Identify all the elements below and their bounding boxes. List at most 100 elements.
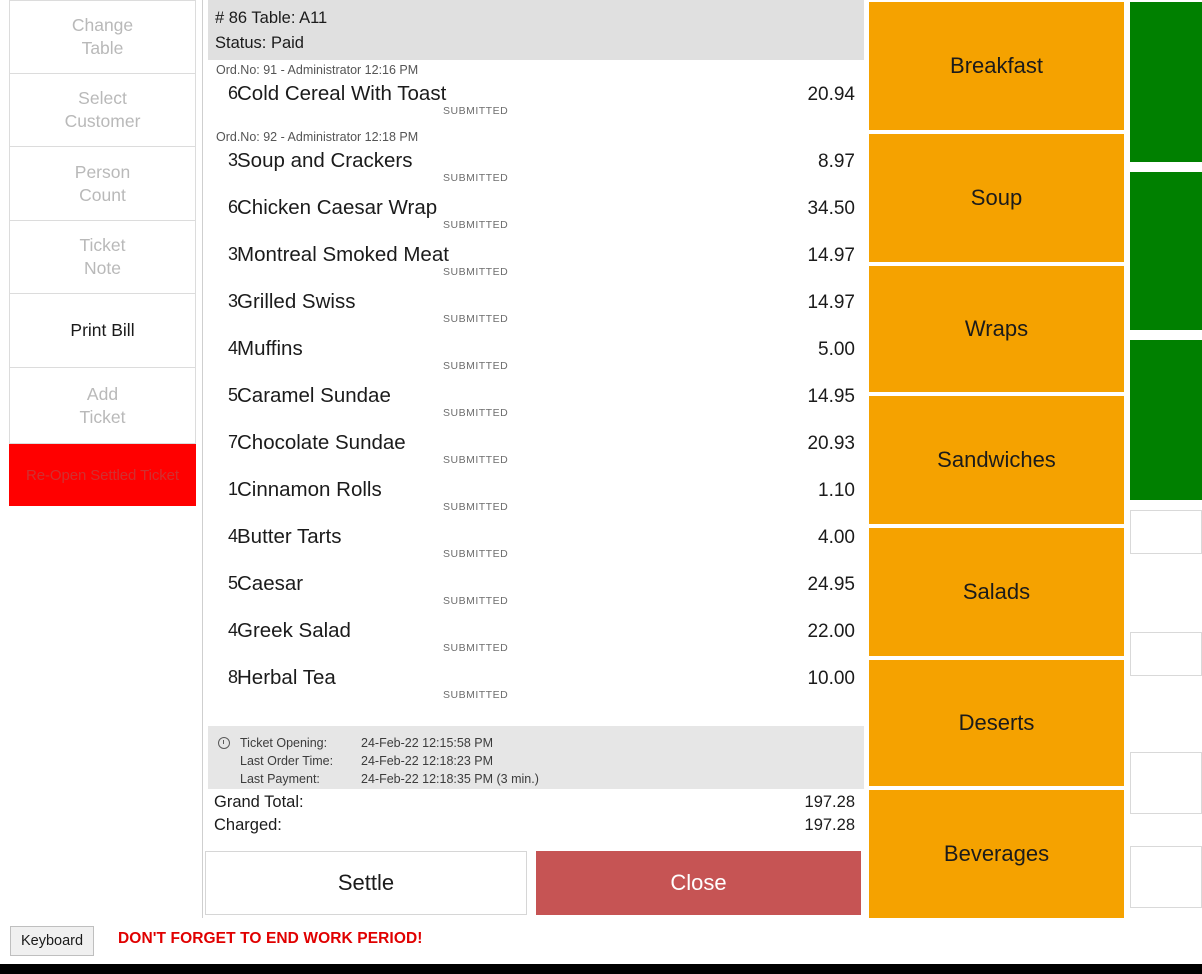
close-button[interactable]: Close	[536, 851, 861, 915]
order-line-qty: 5	[227, 385, 238, 405]
category-button-breakfast[interactable]: Breakfast	[869, 2, 1124, 130]
order-line-qty: 7	[227, 432, 238, 452]
order-line-state: SUBMITTED	[443, 313, 509, 325]
order-line-row[interactable]: 6 Chicken Caesar Wrap SUBMITTED 34.50	[208, 194, 864, 241]
order-line-amount: 20.93	[807, 433, 855, 454]
category-column: Breakfast Soup Wraps Sandwiches Salads Desert…	[867, 0, 1125, 918]
work-period-warning: DON'T FORGET TO END WORK PERIOD!	[118, 930, 423, 947]
side-tile[interactable]	[1130, 752, 1202, 814]
sidebar-button-add-ticket: Add Ticket	[9, 368, 196, 444]
total-row: Grand Total: 197.28	[208, 793, 864, 816]
category-button-soup[interactable]: Soup	[869, 134, 1124, 262]
ticket-time-value: 24-Feb-22 12:18:35 PM (3 min.)	[361, 772, 539, 786]
side-tile[interactable]	[1130, 2, 1202, 162]
order-line-state: SUBMITTED	[443, 360, 509, 372]
order-line-state: SUBMITTED	[443, 219, 509, 231]
ticket-time-row: Last Payment: 24-Feb-22 12:18:35 PM (3 mi…	[218, 770, 864, 788]
side-tile[interactable]	[1130, 510, 1202, 554]
ticket-header: # 86 Table: A11 Status: Paid	[208, 0, 864, 60]
category-button-sandwiches[interactable]: Sandwiches	[869, 396, 1124, 524]
order-line-name: Muffins	[237, 337, 303, 360]
order-line-row[interactable]: 6 Cold Cereal With Toast SUBMITTED 20.94	[208, 80, 864, 127]
ticket-status: Status: Paid	[215, 34, 304, 52]
order-line-row[interactable]: 5 Caesar SUBMITTED 24.95	[208, 570, 864, 617]
order-group-header: Ord.No: 91 - Administrator 12:16 PM	[216, 63, 419, 77]
order-line-name: Soup and Crackers	[237, 149, 413, 172]
side-tile[interactable]	[1130, 846, 1202, 908]
sidebar-button-ticket-note: Ticket Note	[9, 221, 196, 294]
order-line-state: SUBMITTED	[443, 105, 509, 117]
order-line-amount: 22.00	[807, 621, 855, 642]
order-line-state: SUBMITTED	[443, 172, 509, 184]
order-line-qty: 8	[227, 667, 238, 687]
side-tile[interactable]	[1130, 172, 1202, 330]
category-button-deserts[interactable]: Deserts	[869, 660, 1124, 786]
order-line-amount: 24.95	[807, 574, 855, 595]
order-line-name: Herbal Tea	[237, 666, 336, 689]
order-line-amount: 14.97	[807, 245, 855, 266]
sidebar-button-print-bill[interactable]: Print Bill	[9, 294, 196, 368]
category-button-beverages[interactable]: Beverages	[869, 790, 1124, 918]
ticket-time-row: Ticket Opening: 24-Feb-22 12:15:58 PM	[218, 734, 864, 752]
sidebar-button-re-open-settled-ticket[interactable]: Re-Open Settled Ticket	[9, 444, 196, 506]
category-button-salads[interactable]: Salads	[869, 528, 1124, 656]
order-line-qty: 3	[227, 244, 238, 264]
order-line-state: SUBMITTED	[443, 642, 509, 654]
order-group-header: Ord.No: 92 - Administrator 12:18 PM	[216, 130, 419, 144]
total-row: Charged: 197.28	[208, 816, 864, 839]
order-line-row[interactable]: 1 Cinnamon Rolls SUBMITTED 1.10	[208, 476, 864, 523]
order-line-row[interactable]: 5 Caramel Sundae SUBMITTED 14.95	[208, 382, 864, 429]
settle-button[interactable]: Settle	[205, 851, 527, 915]
category-button-wraps[interactable]: Wraps	[869, 266, 1124, 392]
order-line-amount: 5.00	[818, 339, 855, 360]
side-tile[interactable]	[1130, 632, 1202, 676]
order-line-row[interactable]: 4 Butter Tarts SUBMITTED 4.00	[208, 523, 864, 570]
ticket-time-label: Last Payment:	[240, 772, 320, 786]
order-line-name: Cold Cereal With Toast	[237, 82, 447, 105]
order-line-qty: 3	[227, 291, 238, 311]
order-line-state: SUBMITTED	[443, 595, 509, 607]
order-line-amount: 14.95	[807, 386, 855, 407]
keyboard-button[interactable]: Keyboard	[10, 926, 94, 956]
ticket-title: # 86 Table: A11	[215, 9, 328, 27]
order-line-qty: 6	[227, 83, 238, 103]
order-line-name: Montreal Smoked Meat	[237, 243, 449, 266]
order-line-state: SUBMITTED	[443, 454, 509, 466]
order-line-qty: 3	[227, 150, 238, 170]
ticket-action-bar: Settle Close	[205, 851, 861, 915]
order-line-name: Caesar	[237, 572, 304, 595]
order-line-qty: 4	[227, 338, 238, 358]
order-line-amount: 34.50	[807, 198, 855, 219]
total-label: Charged:	[214, 816, 282, 834]
ticket-totals: Grand Total: 197.28 Charged: 197.28	[208, 793, 864, 845]
order-line-row[interactable]: 3 Montreal Smoked Meat SUBMITTED 14.97	[208, 241, 864, 288]
ticket-times-panel: Ticket Opening: 24-Feb-22 12:15:58 PM Last…	[208, 726, 864, 789]
order-line-row[interactable]: 4 Muffins SUBMITTED 5.00	[208, 335, 864, 382]
order-line-name: Grilled Swiss	[237, 290, 356, 313]
ticket-time-value: 24-Feb-22 12:15:58 PM	[361, 736, 494, 750]
order-line-state: SUBMITTED	[443, 548, 509, 560]
total-value: 197.28	[804, 793, 855, 811]
order-line-list[interactable]: Ord.No: 91 - Administrator 12:16 PM 6 Cold…	[208, 60, 864, 722]
pos-screen: Change Table Select Customer Person Count T…	[0, 0, 1202, 974]
ticket-panel: # 86 Table: A11 Status: Paid Ord.No: 91 …	[204, 0, 864, 918]
order-line-name: Greek Salad	[237, 619, 351, 642]
side-tile-column	[1128, 0, 1202, 918]
total-value: 197.28	[804, 816, 855, 834]
order-line-row[interactable]: 7 Chocolate Sundae SUBMITTED 20.93	[208, 429, 864, 476]
order-line-amount: 8.97	[818, 151, 855, 172]
order-line-qty: 4	[227, 620, 238, 640]
order-line-qty: 1	[227, 479, 238, 499]
total-label: Grand Total:	[214, 793, 304, 811]
order-line-qty: 5	[227, 573, 238, 593]
order-line-row[interactable]: 8 Herbal Tea SUBMITTED 10.00	[208, 664, 864, 711]
side-tile[interactable]	[1130, 340, 1202, 500]
order-line-qty: 6	[227, 197, 238, 217]
order-line-name: Cinnamon Rolls	[237, 478, 382, 501]
order-line-row[interactable]: 4 Greek Salad SUBMITTED 22.00	[208, 617, 864, 664]
order-line-row[interactable]: 3 Soup and Crackers SUBMITTED 8.97	[208, 147, 864, 194]
order-line-name: Chocolate Sundae	[237, 431, 406, 454]
order-line-row[interactable]: 3 Grilled Swiss SUBMITTED 14.97	[208, 288, 864, 335]
sidebar-button-person-count: Person Count	[9, 147, 196, 221]
ticket-time-value: 24-Feb-22 12:18:23 PM	[361, 754, 494, 768]
